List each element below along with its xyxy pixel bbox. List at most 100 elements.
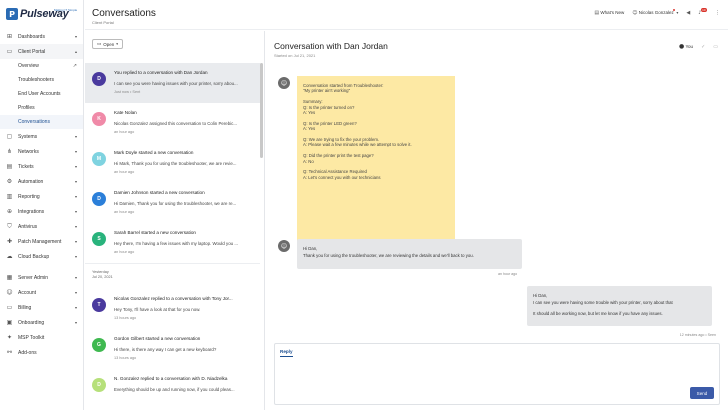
conversation-title: Gordon Gilbert started a new conversatio…: [114, 336, 201, 341]
sidebar-item-antivirus[interactable]: ⛉ Antivirus ▾: [0, 219, 83, 234]
conversation-preview: Hey there, I'm having a few issues with …: [114, 241, 238, 246]
message-line: It should all be working now, but let me…: [533, 311, 663, 316]
plug-icon: ⊕: [6, 208, 13, 215]
conversation-item[interactable]: D N. Gonzalez replied to a conversation w…: [85, 369, 260, 409]
sidebar-item-systems[interactable]: ▢ Systems ▾: [0, 129, 83, 144]
addons-icon: ⚯: [6, 349, 13, 356]
conversation-item[interactable]: M Mark Doyle started a new conversation Hi…: [85, 143, 260, 183]
status-filter-dropdown[interactable]: ▭ Open ▾: [92, 39, 124, 49]
sidebar-item-label: Billing: [18, 304, 32, 311]
sidebar-item-account[interactable]: ☺ Account ▾: [0, 285, 83, 300]
conversation-title: Kate Nolan: [114, 110, 137, 115]
portal-icon: ▭: [6, 48, 13, 55]
sidebar-item-add-ons[interactable]: ⚯ Add-ons: [0, 345, 83, 360]
conversation-preview: Nicolas Gonzalez assigned this conversat…: [114, 121, 238, 126]
chevron-down-icon: ▾: [74, 275, 77, 280]
sidebar-item-server-admin[interactable]: ▦ Server Admin ▾: [0, 270, 83, 285]
chevron-down-icon: ▾: [74, 134, 77, 139]
sidebar-item-patch-management[interactable]: ✚ Patch Management ▾: [0, 234, 83, 249]
conversation-item[interactable]: T Nicolas Gonzalez replied to a conversat…: [85, 289, 260, 329]
chevron-down-icon: ▾: [74, 179, 77, 184]
status-filter-label: Open: [103, 41, 115, 47]
sidebar-item-label: MSP Toolkit: [18, 334, 45, 341]
sidebar-item-cloud-backup[interactable]: ☁ Cloud Backup ▾: [0, 249, 83, 264]
assignee-selector[interactable]: ● You: [679, 43, 693, 50]
conversation-item[interactable]: G Gordon Gilbert started a new conversati…: [85, 329, 260, 369]
resolve-check-icon[interactable]: ✓: [701, 44, 705, 50]
sidebar-item-label: Server Admin: [18, 274, 49, 281]
whats-new-link[interactable]: ▤ What's New: [594, 10, 624, 16]
sidebar-sub-overview[interactable]: Overview ↗: [0, 59, 83, 73]
reply-input[interactable]: [279, 358, 715, 388]
ticket-icon: ▤: [6, 163, 13, 170]
sidebar-item-onboarding[interactable]: ▣ Onboarding ▾: [0, 315, 83, 330]
sidebar-item-client-portal[interactable]: ▭ Client Portal ▴: [0, 44, 83, 59]
chevron-down-icon: ▾: [676, 10, 679, 15]
sidebar-item-label: Reporting: [18, 193, 40, 200]
user-icon: ☺: [6, 289, 13, 296]
conversation-list[interactable]: D You replied to a conversation with Dan …: [85, 63, 260, 410]
tab-reply[interactable]: Reply: [280, 349, 293, 357]
sidebar-item-tickets[interactable]: ▤ Tickets ▾: [0, 159, 83, 174]
whats-new-label: What's New: [600, 10, 625, 15]
logo[interactable]: P Pulseway Making IT Simple: [0, 0, 83, 28]
user-icon: ☺: [632, 10, 638, 16]
chevron-down-icon: ▾: [74, 209, 77, 214]
sidebar-item-reporting[interactable]: ▥ Reporting ▾: [0, 189, 83, 204]
user-menu[interactable]: ☺ Nicolas Gonzalez ▾: [632, 9, 679, 16]
avatar: M: [92, 152, 106, 166]
conversation-time: 13 hours ago: [114, 316, 137, 320]
conversation-title: Conversation with Dan Jordan: [274, 41, 388, 51]
avatar: S: [92, 232, 106, 246]
troubleshooter-summary-note: Conversation started from Troubleshooter…: [297, 76, 455, 255]
sidebar-item-label: Account: [18, 289, 37, 296]
sidebar-item-label: Add-ons: [18, 349, 37, 356]
sidebar-sub-profiles[interactable]: Profiles: [0, 101, 83, 115]
scrollbar-thumb[interactable]: [260, 63, 263, 158]
megaphone-icon[interactable]: ◀: [686, 10, 690, 16]
sidebar-item-billing[interactable]: ▭ Billing ▾: [0, 300, 83, 315]
sidebar-sub-end-user-accounts[interactable]: End User Accounts: [0, 87, 83, 101]
notifications-button[interactable]: ♪ 10: [698, 8, 707, 16]
sidebar-sub-label: Troubleshooters: [18, 77, 54, 83]
note-line: A: Let's connect you with our technician…: [303, 174, 381, 180]
agent-avatar-icon: ☺: [278, 240, 290, 252]
conversation-title: Mark Doyle started a new conversation: [114, 150, 194, 155]
sidebar-item-msp-toolkit[interactable]: ✦ MSP Toolkit: [0, 330, 83, 345]
conversation-item[interactable]: S Sarah Barrel started a new conversation…: [85, 223, 260, 263]
sidebar-item-dashboards[interactable]: ⊞ Dashboards ▾: [0, 29, 83, 44]
sidebar-item-networks[interactable]: ⋔ Networks ▾: [0, 144, 83, 159]
chevron-down-icon: ▾: [74, 290, 77, 295]
conversation-item[interactable]: K Kate Nolan Nicolas Gonzalez assigned thi…: [85, 103, 260, 143]
conversation-item[interactable]: D You replied to a conversation with Dan …: [85, 63, 260, 103]
message-line: Thank you for using the troubleshooter, …: [303, 253, 474, 258]
chevron-down-icon: ▾: [74, 239, 77, 244]
automation-icon: ⚙: [6, 178, 13, 185]
sidebar-item-label: Automation: [18, 178, 44, 185]
conversation-list-scrollbar[interactable]: [260, 63, 263, 410]
conversation-title: You replied to a conversation with Dan J…: [114, 70, 208, 75]
sidebar-item-label: Integrations: [18, 208, 45, 215]
breadcrumb: Client Portal: [92, 20, 114, 25]
archive-icon[interactable]: ▭: [713, 44, 718, 50]
message-line: Hi Dan,: [303, 246, 318, 251]
assignee-label: You: [685, 44, 694, 49]
message-timestamp: an hour ago: [498, 272, 518, 276]
conversation-item[interactable]: D Damien Johnson started a new conversati…: [85, 183, 260, 223]
conversation-preview: Hi Damien, Thank you for using the troub…: [114, 201, 237, 206]
more-options-icon[interactable]: ⋮: [715, 10, 720, 16]
brand-tagline: Making IT Simple: [54, 8, 78, 12]
external-link-icon[interactable]: ↗: [73, 63, 77, 69]
sidebar-sub-troubleshooters[interactable]: Troubleshooters: [0, 73, 83, 87]
avatar: D: [92, 378, 106, 392]
send-button[interactable]: Send: [690, 387, 714, 399]
conversation-time: an hour ago: [114, 130, 135, 134]
sidebar-sub-conversations[interactable]: Conversations: [0, 115, 83, 129]
header-actions: ▤ What's New ☺ Nicolas Gonzalez ▾ ◀ ♪ 10…: [594, 8, 720, 16]
sidebar-sub-label: Profiles: [18, 105, 35, 111]
sidebar-sub-label: Overview: [18, 63, 39, 69]
sidebar-item-automation[interactable]: ⚙ Automation ▾: [0, 174, 83, 189]
sidebar-item-integrations[interactable]: ⊕ Integrations ▾: [0, 204, 83, 219]
outgoing-message: Hi Dan, I can see you were having some t…: [527, 286, 712, 326]
conversation-preview: Hey Tony, I'll have a look at that for y…: [114, 307, 201, 312]
